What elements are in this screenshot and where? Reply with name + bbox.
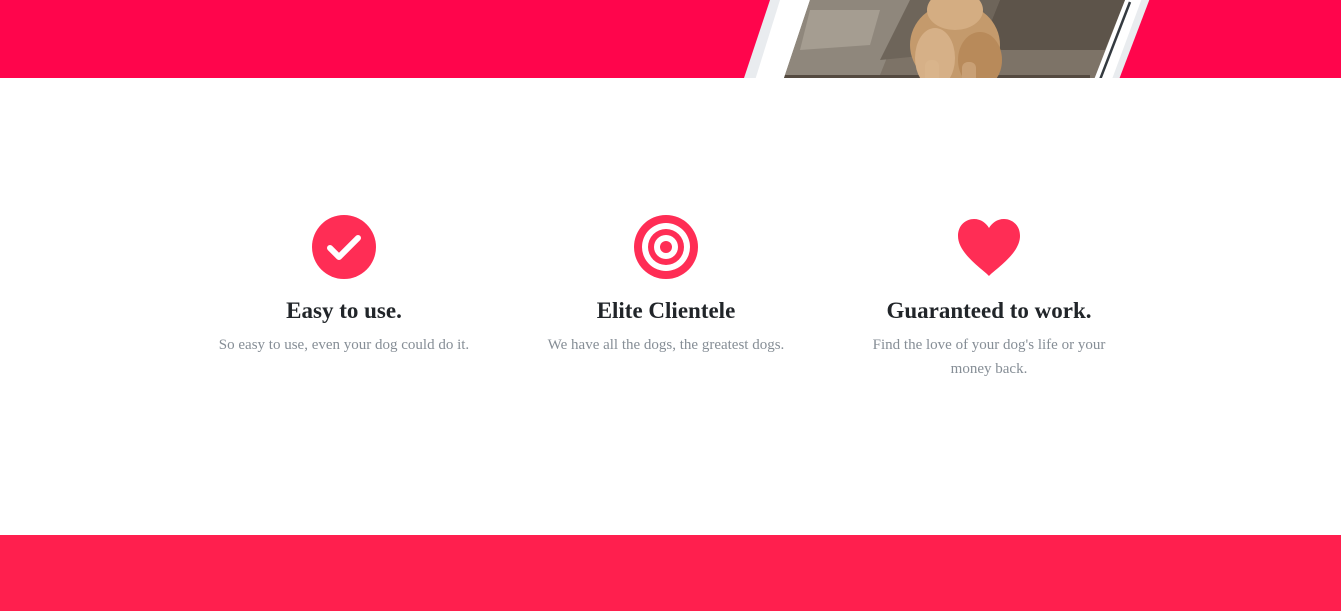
feature-title: Guaranteed to work. [886,298,1092,323]
feature-elite-clientele: Elite Clientele We have all the dogs, th… [536,214,796,357]
check-circle-icon [312,215,376,279]
feature-easy-to-use: Easy to use. So easy to use, even your d… [214,214,474,357]
feature-description: So easy to use, even your dog could do i… [218,337,470,353]
footer-band [0,535,1341,611]
hero-phone-image [744,0,1150,78]
feature-description: Find the love of your dog's life or your… [872,337,1106,377]
feature-title: Elite Clientele [596,298,736,323]
feature-guaranteed: Guaranteed to work. Find the love of you… [859,214,1119,381]
feature-description: We have all the dogs, the greatest dogs. [547,337,785,353]
header-band [0,0,1341,78]
feature-title: Easy to use. [286,298,402,323]
heart-icon [958,219,1020,276]
target-icon [634,215,698,279]
